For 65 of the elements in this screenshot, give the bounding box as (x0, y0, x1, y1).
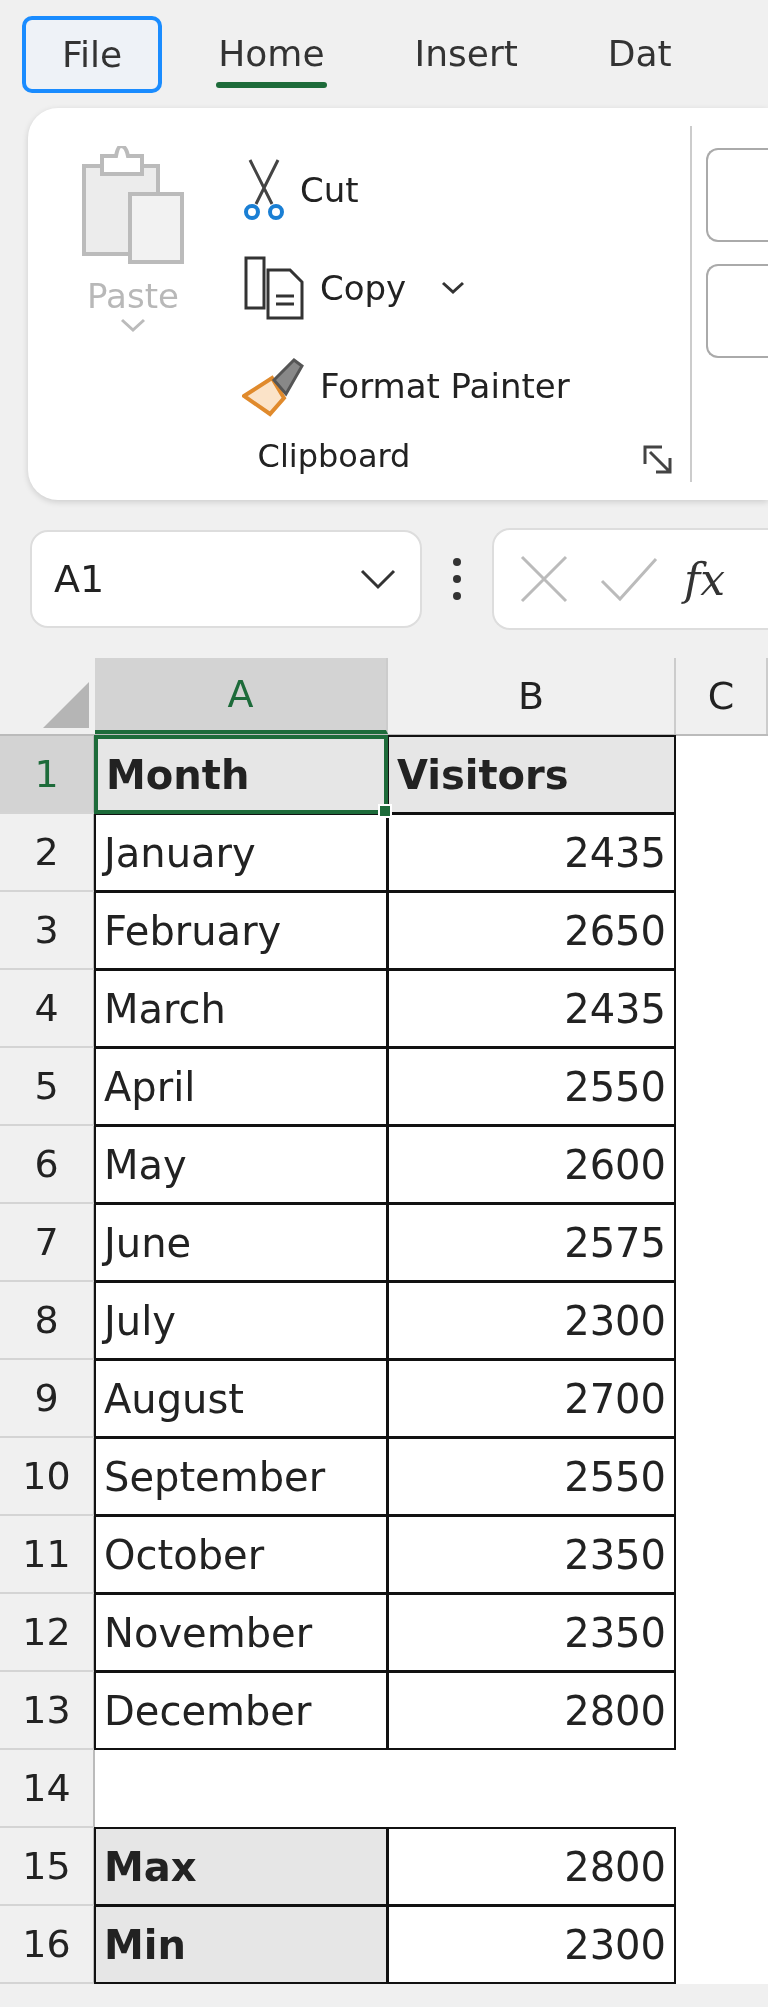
table-cell: 2435 (387, 813, 676, 892)
row-header[interactable]: 12 (0, 1594, 95, 1672)
table-cell: July (94, 1281, 388, 1360)
table-cell: September (94, 1437, 388, 1516)
table-cell: October (94, 1515, 388, 1594)
row-header[interactable]: 9 (0, 1360, 95, 1438)
table-cell: April (94, 1047, 388, 1126)
row-header[interactable]: 7 (0, 1204, 95, 1282)
name-box[interactable]: A1 (30, 530, 422, 628)
table-cell: August (94, 1359, 388, 1438)
row-header[interactable]: 2 (0, 814, 95, 892)
row-header[interactable]: 10 (0, 1438, 95, 1516)
row-header[interactable]: 11 (0, 1516, 95, 1594)
ribbon-tab[interactable]: Insert (380, 14, 552, 94)
copy-button[interactable]: Copy (238, 244, 574, 332)
row-header[interactable]: 3 (0, 892, 95, 970)
ribbon-tab[interactable]: File (22, 15, 163, 93)
table-cell: 2300 (387, 1281, 676, 1360)
row-header[interactable]: 16 (0, 1906, 95, 1984)
table-cell: 2435 (387, 969, 676, 1048)
row-header[interactable]: 13 (0, 1672, 95, 1750)
table-cell: May (94, 1125, 388, 1204)
table-cell: November (94, 1593, 388, 1672)
scissors-icon (242, 158, 286, 222)
row-header[interactable]: 5 (0, 1048, 95, 1126)
table-cell: March (94, 969, 388, 1048)
table-cell: 2350 (387, 1593, 676, 1672)
table-cell: Max (94, 1827, 388, 1906)
copy-icon (242, 256, 306, 320)
row-header[interactable]: 4 (0, 970, 95, 1048)
group-label: Clipboard (257, 437, 411, 475)
row-header[interactable]: 8 (0, 1282, 95, 1360)
table-cell: 2550 (387, 1437, 676, 1516)
table-cell: February (94, 891, 388, 970)
column-header[interactable]: C (676, 658, 768, 734)
table-cell: January (94, 813, 388, 892)
table-cell: Min (94, 1905, 388, 1984)
table-cell: 2550 (387, 1047, 676, 1126)
fill-handle[interactable] (378, 804, 392, 818)
table-cell: 2350 (387, 1515, 676, 1594)
table-cell: December (94, 1671, 388, 1750)
table-cell: 2600 (387, 1125, 676, 1204)
table-cell: 2800 (387, 1671, 676, 1750)
ribbon-tab[interactable]: Home (184, 14, 359, 94)
table-cell: 2575 (387, 1203, 676, 1282)
chevron-down-icon[interactable] (358, 567, 398, 591)
row-header[interactable]: 6 (0, 1126, 95, 1204)
more-icon[interactable] (452, 557, 462, 601)
font-field[interactable] (706, 148, 768, 242)
row-header[interactable]: 15 (0, 1828, 95, 1906)
ribbon-tab[interactable]: Dat (573, 14, 706, 94)
table-cell: 2300 (387, 1905, 676, 1984)
format-painter-button[interactable]: Format Painter (238, 342, 574, 430)
row-header[interactable]: 14 (0, 1750, 95, 1828)
table-cell: June (94, 1203, 388, 1282)
check-icon[interactable] (598, 555, 658, 603)
formula-bar[interactable]: fx (492, 528, 768, 630)
column-header[interactable]: A (95, 658, 388, 734)
table-cell: 2650 (387, 891, 676, 970)
table-cell: 2700 (387, 1359, 676, 1438)
caret-icon[interactable] (440, 280, 467, 296)
table-cell: Visitors (387, 735, 676, 814)
table-cell: 2800 (387, 1827, 676, 1906)
row-header[interactable]: 1 (0, 736, 95, 814)
cut-button[interactable]: Cut (238, 146, 574, 234)
